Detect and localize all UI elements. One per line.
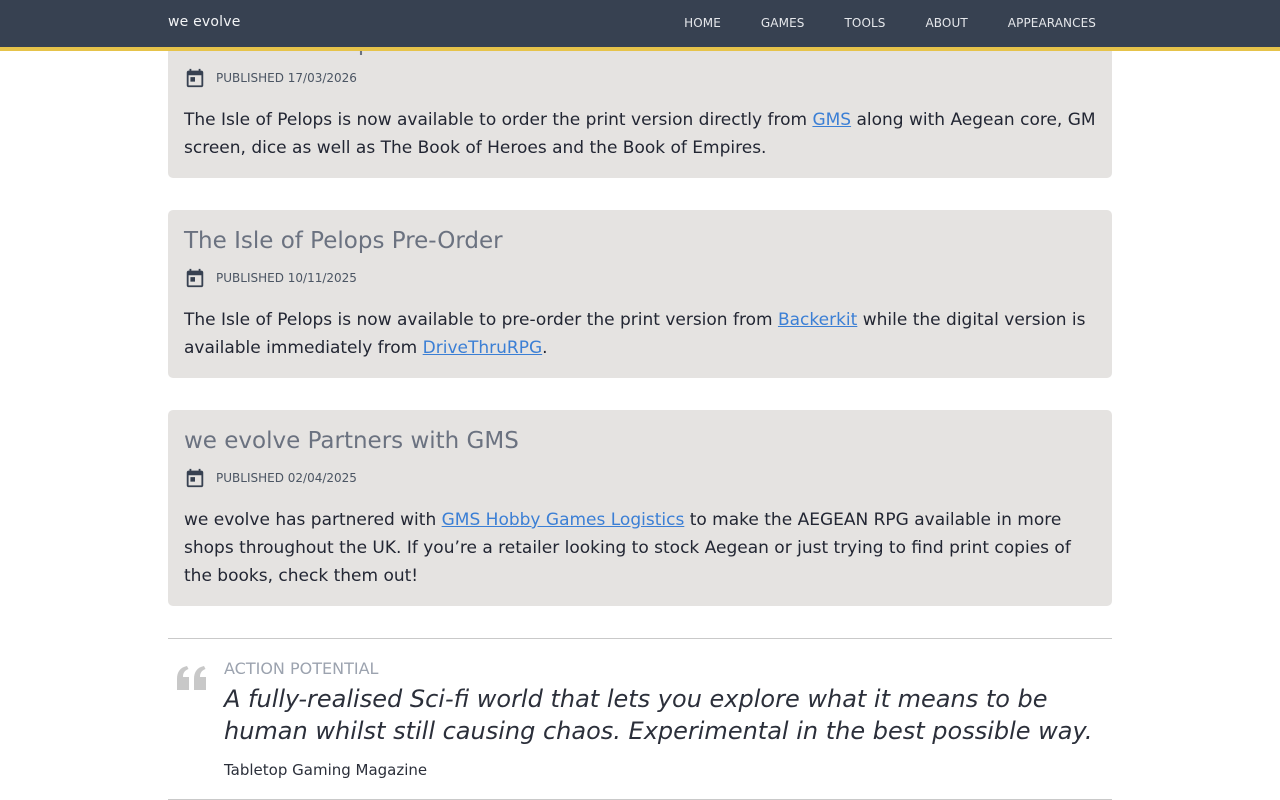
post-date: PUBLISHED 17/03/2026 bbox=[216, 71, 357, 85]
news-post: we evolve Partners with GMS PUBLISHED 02… bbox=[168, 410, 1112, 606]
post-link[interactable]: Backerkit bbox=[778, 310, 857, 330]
calendar-icon bbox=[186, 268, 204, 288]
nav-about[interactable]: ABOUT bbox=[926, 16, 968, 30]
post-meta: PUBLISHED 02/04/2025 bbox=[184, 467, 357, 489]
post-date: PUBLISHED 10/11/2025 bbox=[216, 271, 357, 285]
brand-logo-link[interactable]: we evolve bbox=[168, 14, 241, 30]
quote-text: A fully-realised Sci-fi world that lets … bbox=[224, 685, 1093, 745]
post-body: The Isle of Pelops is now available to p… bbox=[184, 306, 1096, 362]
quote-source-title: ACTION POTENTIAL bbox=[224, 659, 379, 678]
nav-tools[interactable]: TOOLS bbox=[844, 16, 885, 30]
post-meta: PUBLISHED 10/11/2025 bbox=[184, 267, 357, 289]
quote-mark-icon bbox=[177, 666, 206, 690]
post-title[interactable]: The Isle of Pelops Pre-Order bbox=[184, 228, 503, 254]
calendar-icon bbox=[186, 468, 204, 488]
post-link[interactable]: GMS bbox=[812, 110, 851, 130]
quote-divider-top bbox=[168, 638, 1112, 639]
post-body: we evolve has partnered with GMS Hobby G… bbox=[184, 506, 1096, 590]
calendar-icon bbox=[186, 68, 204, 88]
quote-publication: Tabletop Gaming Magazine bbox=[224, 761, 428, 779]
post-text: The Isle of Pelops is now available to o… bbox=[184, 110, 813, 130]
post-text: The Isle of Pelops is now available to p… bbox=[184, 310, 778, 330]
nav-appearances[interactable]: APPEARANCES bbox=[1008, 16, 1096, 30]
post-meta: PUBLISHED 17/03/2026 bbox=[184, 67, 357, 89]
nav-home[interactable]: HOME bbox=[684, 16, 721, 30]
post-title[interactable]: we evolve Partners with GMS bbox=[184, 428, 519, 454]
news-post: The Isle of Pelops Pre-Order PUBLISHED 1… bbox=[168, 210, 1112, 378]
post-link[interactable]: GMS Hobby Games Logistics bbox=[442, 510, 685, 530]
post-text: we evolve has partnered with bbox=[184, 510, 442, 530]
post-date: PUBLISHED 02/04/2025 bbox=[216, 471, 357, 485]
post-body: The Isle of Pelops is now available to o… bbox=[184, 106, 1096, 162]
nav-games[interactable]: GAMES bbox=[761, 16, 805, 30]
post-text: . bbox=[542, 338, 548, 358]
post-link[interactable]: DriveThruRPG bbox=[423, 338, 542, 358]
top-navigation-bar: we evolve HOME GAMES TOOLS ABOUT APPEARA… bbox=[0, 0, 1280, 51]
main-nav: HOME GAMES TOOLS ABOUT APPEARANCES bbox=[684, 16, 1096, 30]
